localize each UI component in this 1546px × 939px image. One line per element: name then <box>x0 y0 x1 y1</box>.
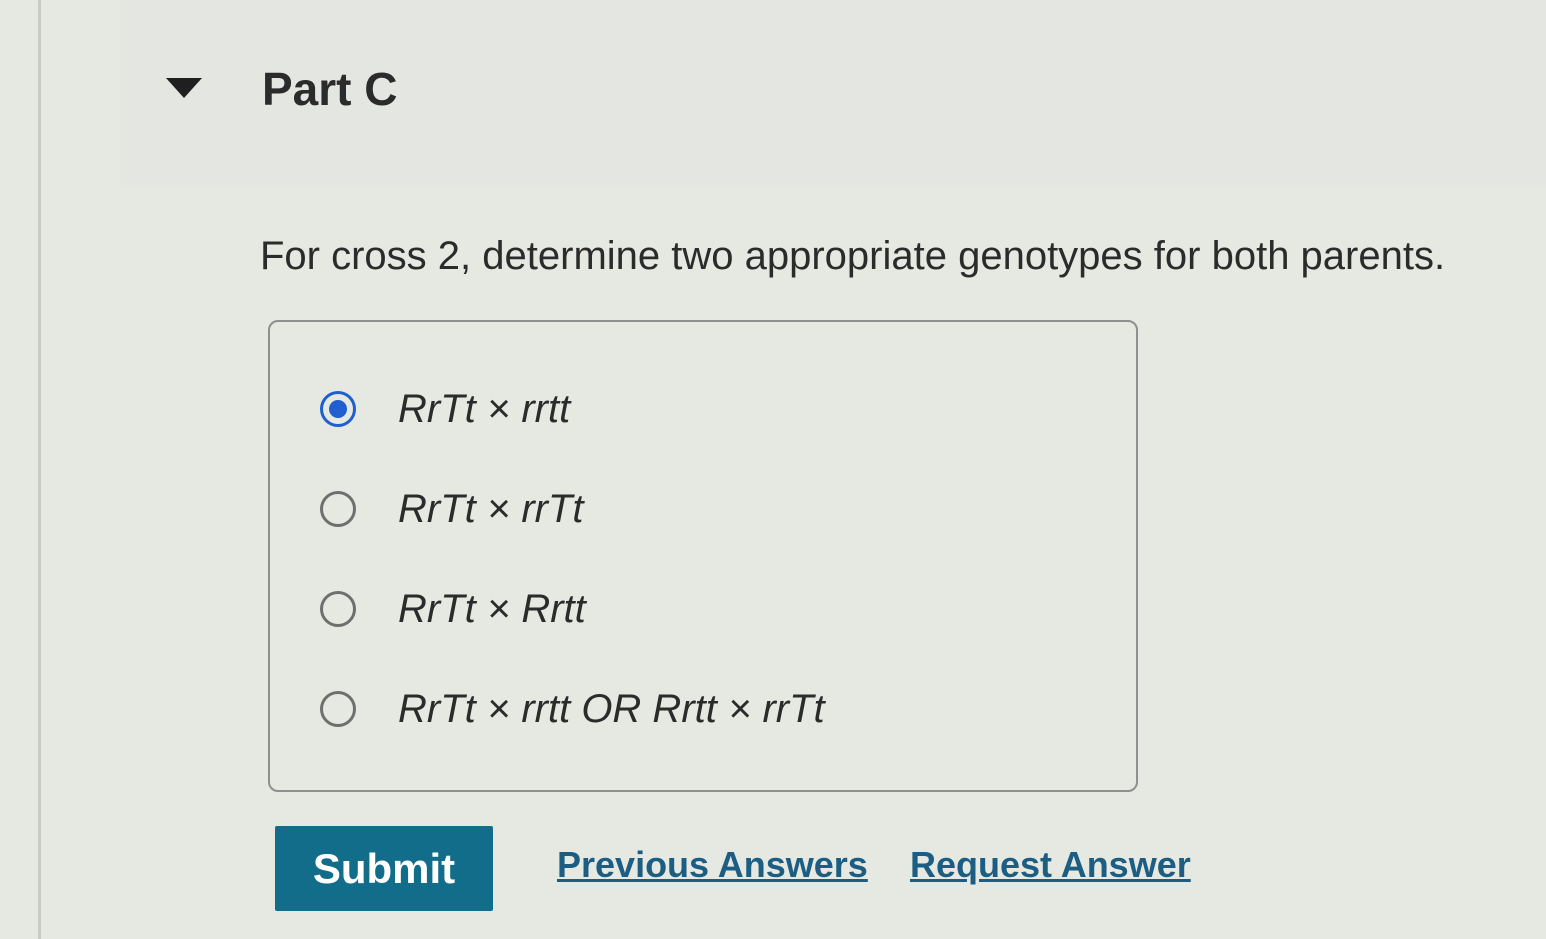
previous-answers-link[interactable]: Previous Answers <box>557 844 868 886</box>
radio-unselected-icon[interactable] <box>320 491 356 527</box>
radio-unselected-icon[interactable] <box>320 591 356 627</box>
option-label: RrTt × Rrtt <box>398 586 586 631</box>
answer-options: RrTt × rrtt RrTt × rrTt RrTt × Rrtt RrTt… <box>268 320 1138 792</box>
option-3[interactable]: RrTt × Rrtt <box>320 584 586 634</box>
option-label: RrTt × rrtt OR Rrtt × rrTt <box>398 686 825 731</box>
option-1[interactable]: RrTt × rrtt <box>320 384 570 434</box>
radio-selected-icon[interactable] <box>320 391 356 427</box>
caret-down-icon[interactable] <box>166 78 202 98</box>
option-label: RrTt × rrtt <box>398 386 571 431</box>
part-title: Part C <box>262 63 398 115</box>
option-4[interactable]: RrTt × rrtt OR Rrtt × rrTt <box>320 684 825 734</box>
left-divider <box>38 0 41 939</box>
submit-button[interactable]: Submit <box>275 826 493 911</box>
radio-unselected-icon[interactable] <box>320 691 356 727</box>
question-text: For cross 2, determine two appropriate g… <box>260 234 1446 278</box>
option-2[interactable]: RrTt × rrTt <box>320 484 584 534</box>
request-answer-link[interactable]: Request Answer <box>910 844 1191 886</box>
option-label: RrTt × rrTt <box>398 486 584 531</box>
